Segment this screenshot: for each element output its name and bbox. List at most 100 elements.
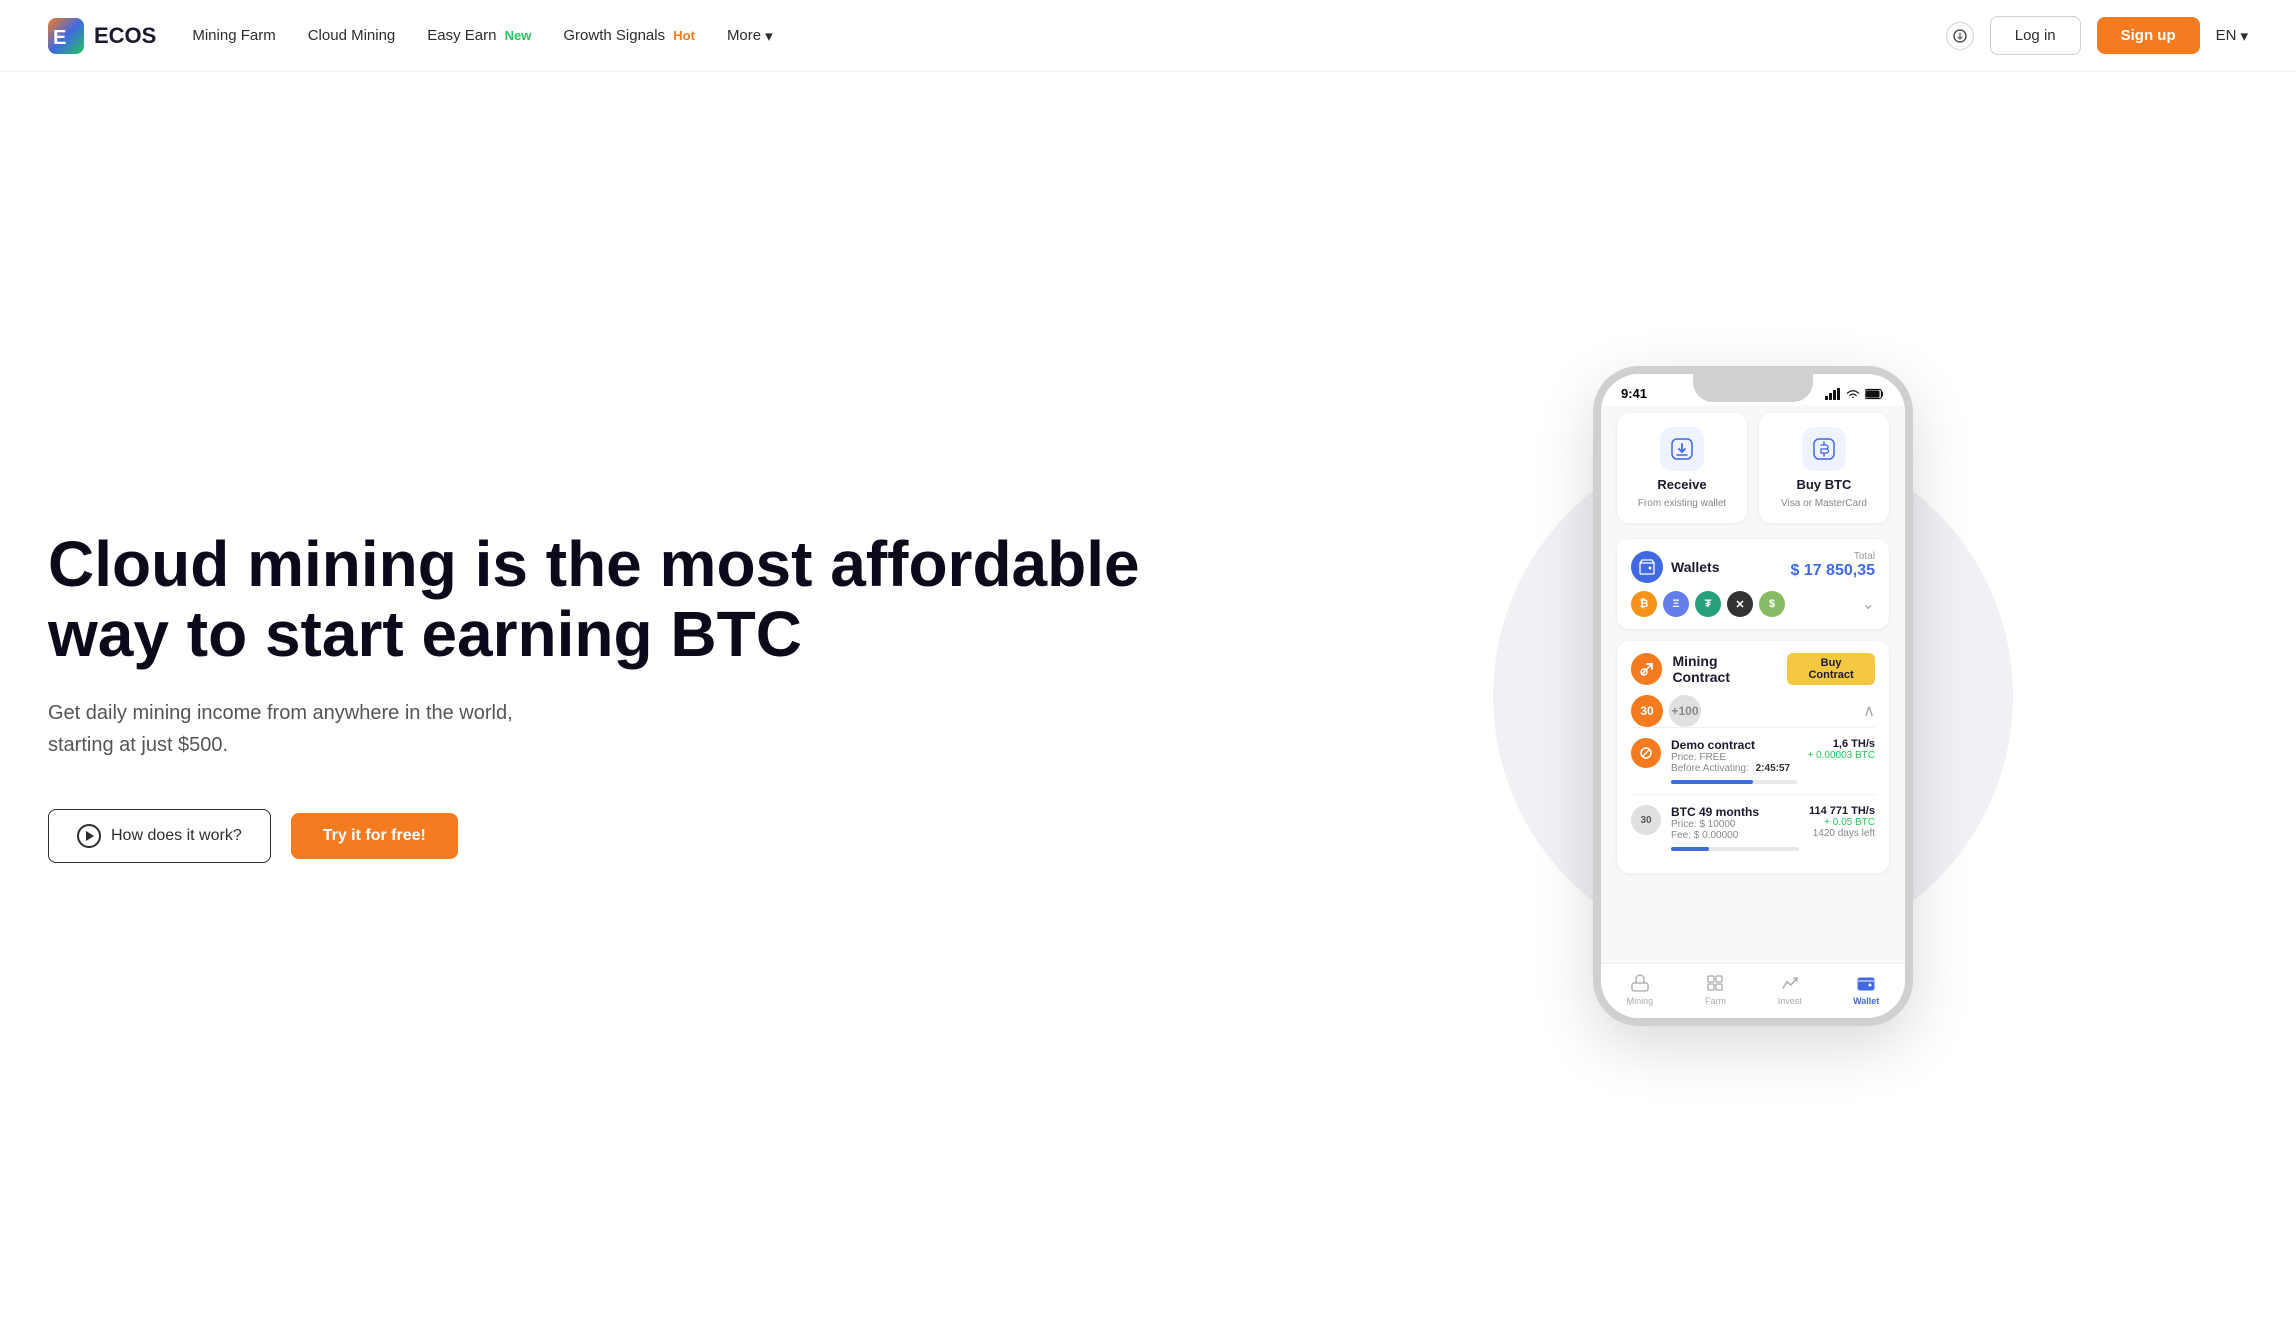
wallets-title-row: Wallets bbox=[1631, 551, 1720, 583]
hero-text: Cloud mining is the most affordable way … bbox=[48, 529, 1258, 864]
mining-expand-icon[interactable]: ∧ bbox=[1863, 701, 1875, 721]
btc-progress-fill bbox=[1671, 847, 1709, 851]
total-label: Total bbox=[1790, 551, 1875, 562]
bottom-nav-mining[interactable]: Mining bbox=[1627, 972, 1654, 1006]
btc-days: 1420 days left bbox=[1809, 828, 1875, 839]
contract-avatar-plus: +100 bbox=[1669, 695, 1701, 727]
nav-link-more[interactable]: More ▾ bbox=[727, 27, 773, 45]
demo-contract-price: Price: FREE bbox=[1671, 752, 1797, 763]
coin-usd-icon: $ bbox=[1759, 591, 1785, 617]
receive-title: Receive bbox=[1657, 477, 1706, 492]
receive-icon-circle bbox=[1660, 427, 1704, 471]
wallets-chevron-icon[interactable]: ⌄ bbox=[1862, 594, 1875, 614]
signal-icon bbox=[1825, 388, 1841, 400]
btc-ths: 114 771 TH/s bbox=[1809, 805, 1875, 817]
buy-contract-button[interactable]: Buy Contract bbox=[1787, 653, 1875, 685]
nav-link-cloud-mining[interactable]: Cloud Mining bbox=[308, 27, 396, 44]
demo-contract-progress bbox=[1671, 780, 1797, 784]
how-it-works-button[interactable]: How does it work? bbox=[48, 809, 271, 863]
more-chevron-icon: ▾ bbox=[765, 27, 773, 45]
lang-chevron-icon: ▾ bbox=[2240, 27, 2248, 45]
demo-contract-icon bbox=[1631, 738, 1661, 768]
app-content: Receive From existing wallet bbox=[1601, 405, 1905, 963]
phone-mockup: 9:41 bbox=[1593, 366, 1913, 1026]
demo-contract-item: Demo contract Price: FREE Before Activat… bbox=[1631, 727, 1875, 794]
mining-nav-icon bbox=[1629, 972, 1651, 994]
nav-link-easy-earn[interactable]: Easy Earn New bbox=[427, 27, 531, 44]
mining-nav-label: Mining bbox=[1627, 996, 1654, 1006]
hero-title: Cloud mining is the most affordable way … bbox=[48, 529, 1218, 670]
main-section: Cloud mining is the most affordable way … bbox=[0, 72, 2296, 1320]
wallets-total: Total $ 17 850,35 bbox=[1790, 551, 1875, 580]
bottom-nav-invest[interactable]: Invest bbox=[1778, 972, 1802, 1006]
farm-nav-icon bbox=[1704, 972, 1726, 994]
bottom-nav: Mining Farm bbox=[1601, 963, 1905, 1018]
nav-link-growth-signals[interactable]: Growth Signals Hot bbox=[563, 27, 695, 44]
coin-eth-icon: Ξ bbox=[1663, 591, 1689, 617]
btc-contract-progress bbox=[1671, 847, 1799, 851]
demo-contract-name: Demo contract bbox=[1671, 738, 1797, 752]
btc-contract-values: 114 771 TH/s + 0.05 BTC 1420 days left bbox=[1809, 805, 1875, 839]
bottom-nav-farm[interactable]: Farm bbox=[1704, 972, 1726, 1006]
play-triangle-icon bbox=[86, 831, 94, 841]
buy-btc-icon bbox=[1811, 436, 1837, 462]
login-button[interactable]: Log in bbox=[1990, 16, 2081, 55]
btc-contract-name: BTC 49 months bbox=[1671, 805, 1799, 819]
download-icon[interactable] bbox=[1946, 22, 1974, 50]
buy-btc-icon-circle bbox=[1802, 427, 1846, 471]
receive-card[interactable]: Receive From existing wallet bbox=[1617, 413, 1747, 523]
hero-buttons: How does it work? Try it for free! bbox=[48, 809, 1218, 863]
status-time: 9:41 bbox=[1621, 386, 1647, 401]
wallets-section: Wallets Total $ 17 850,35 ₿ Ξ ₮ bbox=[1617, 539, 1889, 629]
logo[interactable]: E ECOS bbox=[48, 18, 156, 54]
contract-avatars: 30 +100 bbox=[1631, 695, 1701, 727]
phone-notch bbox=[1693, 374, 1813, 402]
coin-xrp-icon: ✕ bbox=[1727, 591, 1753, 617]
battery-icon bbox=[1865, 388, 1885, 400]
mining-contract-title: Mining Contract bbox=[1672, 653, 1777, 685]
nav-link-mining-farm[interactable]: Mining Farm bbox=[192, 27, 275, 44]
nav-right: Log in Sign up EN ▾ bbox=[1946, 16, 2248, 55]
total-amount: $ 17 850,35 bbox=[1790, 562, 1875, 580]
ecos-logo-icon: E bbox=[48, 18, 84, 54]
buy-btc-card[interactable]: Buy BTC Visa or MasterCard bbox=[1759, 413, 1889, 523]
demo-earn: + 0.00003 BTC bbox=[1807, 750, 1875, 761]
btc-contract-icon: 30 bbox=[1631, 805, 1661, 835]
buy-btc-title: Buy BTC bbox=[1797, 477, 1852, 492]
status-icons bbox=[1825, 388, 1885, 400]
demo-progress-fill bbox=[1671, 780, 1753, 784]
bottom-nav-wallet[interactable]: Wallet bbox=[1853, 972, 1879, 1006]
wifi-icon bbox=[1845, 388, 1861, 400]
growth-signals-badge: Hot bbox=[673, 28, 695, 43]
demo-ths: 1,6 TH/s bbox=[1807, 738, 1875, 750]
language-selector[interactable]: EN ▾ bbox=[2216, 27, 2248, 45]
btc-contract-price: Price: $ 10000 bbox=[1671, 819, 1799, 830]
invest-nav-label: Invest bbox=[1778, 996, 1802, 1006]
demo-contract-before: Before Activating: 2:45:57 bbox=[1671, 763, 1797, 774]
mining-header: Mining Contract Buy Contract bbox=[1631, 653, 1875, 685]
farm-nav-label: Farm bbox=[1705, 996, 1726, 1006]
btc-contract-item: 30 BTC 49 months Price: $ 10000 Fee: $ 0… bbox=[1631, 794, 1875, 861]
contract-avatar-30: 30 bbox=[1631, 695, 1663, 727]
try-free-button[interactable]: Try it for free! bbox=[291, 813, 458, 859]
coin-usdt-icon: ₮ bbox=[1695, 591, 1721, 617]
signup-button[interactable]: Sign up bbox=[2097, 17, 2200, 54]
hero-subtitle: Get daily mining income from anywhere in… bbox=[48, 697, 548, 761]
btc-earn: + 0.05 BTC bbox=[1809, 817, 1875, 828]
demo-contract-values: 1,6 TH/s + 0.00003 BTC bbox=[1807, 738, 1875, 761]
easy-earn-badge: New bbox=[505, 28, 532, 43]
coin-icons: ₿ Ξ ₮ ✕ $ bbox=[1631, 591, 1785, 617]
buy-btc-subtitle: Visa or MasterCard bbox=[1781, 498, 1867, 509]
receive-icon bbox=[1669, 436, 1695, 462]
wallet-nav-label: Wallet bbox=[1853, 996, 1879, 1006]
play-icon bbox=[77, 824, 101, 848]
mining-contract-section: Mining Contract Buy Contract 30 +100 ∧ bbox=[1617, 641, 1889, 873]
mining-contract-icon bbox=[1631, 653, 1662, 685]
coin-btc-icon: ₿ bbox=[1631, 591, 1657, 617]
phone-container: 9:41 bbox=[1258, 366, 2248, 1026]
btc-contract-fee: Fee: $ 0.00000 bbox=[1671, 830, 1799, 841]
receive-subtitle: From existing wallet bbox=[1638, 498, 1726, 509]
wallets-label: Wallets bbox=[1671, 559, 1720, 575]
nav-left: E ECOS Mining Farm Cloud Mining Easy Ear… bbox=[48, 18, 773, 54]
phone-screen: 9:41 bbox=[1601, 374, 1905, 1018]
